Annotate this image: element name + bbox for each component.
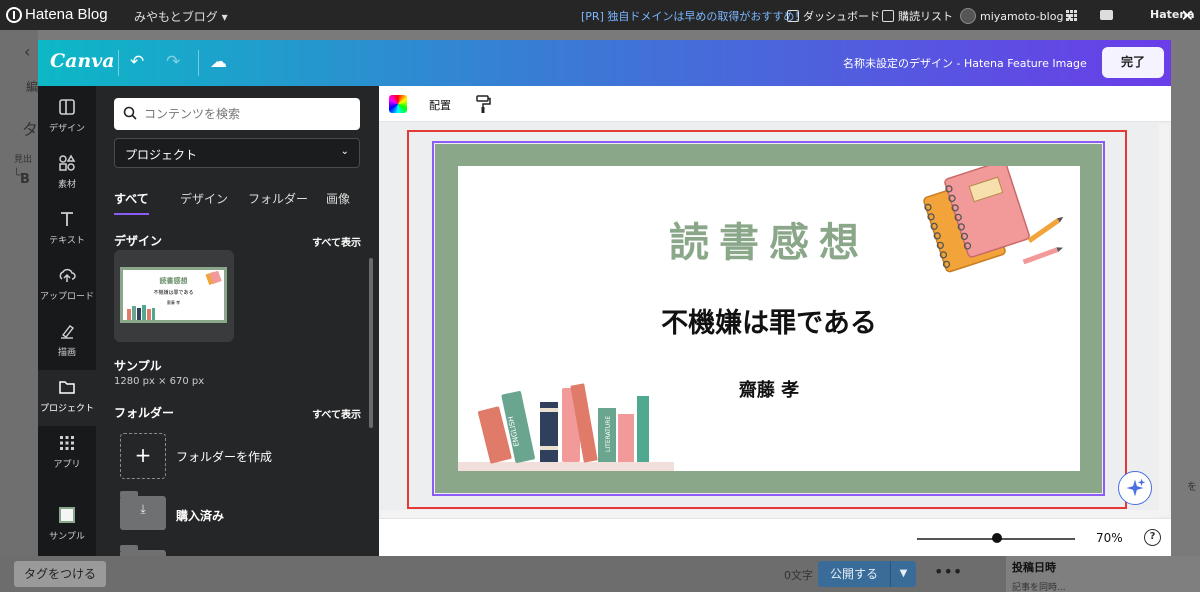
project-filter-select[interactable]: プロジェクト ⌄ <box>114 138 360 168</box>
redo-icon[interactable]: ↷ <box>166 52 180 72</box>
rail-item-draw[interactable]: 描画 <box>38 314 96 370</box>
canva-modal: Canva ↶ ↷ ☁ 名称未設定のデザイン - Hatena Feature … <box>38 40 1171 556</box>
publish-button[interactable]: 公開する ▼ <box>818 561 916 587</box>
tab-all[interactable]: すべて <box>114 190 149 215</box>
bold-button[interactable]: B <box>20 172 30 187</box>
blog-menu[interactable]: みやもとブログ ▾ <box>134 8 228 25</box>
folders-section-title: フォルダー <box>114 406 175 420</box>
rail-item-design[interactable]: デザイン <box>38 90 96 146</box>
design-book-title-text[interactable]: 不機嫌は罪である <box>458 301 1080 340</box>
editor-left-strip: ‹ 編 タ 見出し B <box>0 30 38 592</box>
design-card[interactable]: 読書感想 不機嫌は罪である 齋藤 孝 ENGLISH LITERATURE <box>458 166 1080 471</box>
text-icon <box>61 212 73 226</box>
canvas-vertical-scrollbar[interactable] <box>1159 124 1169 516</box>
tab-folders[interactable]: フォルダー <box>248 190 308 213</box>
folder-icon[interactable] <box>120 545 166 556</box>
grid-icon <box>1066 10 1077 21</box>
document-title[interactable]: 名称未設定のデザイン - Hatena Feature Image <box>843 55 1087 71</box>
rail-item-upload[interactable]: アップロード <box>38 258 96 314</box>
rail-item-apps[interactable]: アプリ <box>38 426 96 482</box>
zoom-percentage[interactable]: 70% <box>1096 531 1123 545</box>
add-tag-button[interactable]: タグをつける <box>14 561 106 587</box>
purchased-folder-label[interactable]: 購入済み <box>176 507 224 524</box>
avatar <box>960 8 976 24</box>
back-chevron-icon[interactable]: ‹ <box>24 42 30 61</box>
help-icon[interactable]: ? <box>1144 529 1161 546</box>
notebook-icon <box>205 271 222 285</box>
canvas-horizontal-scrollbar[interactable] <box>381 510 1159 518</box>
apps-menu[interactable] <box>1066 10 1077 21</box>
canva-side-rail: デザイン 素材 テキスト アップロード 描画 プロジェクト アプリ サンプル <box>38 86 96 556</box>
more-options-icon[interactable]: ••• <box>934 562 962 581</box>
thumbnail-icon <box>59 507 75 523</box>
rail-item-sample[interactable]: サンプル <box>38 498 96 554</box>
chevron-down-icon[interactable]: ▼ <box>890 561 916 587</box>
canva-header: Canva ↶ ↷ ☁ 名称未設定のデザイン - Hatena Feature … <box>38 40 1171 86</box>
layout-icon <box>59 99 75 115</box>
download-icon: ⤓ <box>140 502 146 516</box>
notebooks-illustration[interactable] <box>914 166 1064 276</box>
projects-panel: プロジェクト ⌄ すべて デザイン フォルダー 画像 デザイン すべて表示 読書… <box>96 86 379 556</box>
dashboard-icon <box>787 10 799 22</box>
apps-icon <box>60 436 74 450</box>
notifications-menu[interactable] <box>1100 10 1113 20</box>
rail-item-text[interactable]: テキスト <box>38 202 96 258</box>
reading-list-link[interactable]: 購読リスト <box>882 8 953 24</box>
design-size: 1280 px × 670 px <box>114 376 205 387</box>
canva-toolbar: 配置 <box>379 86 1171 122</box>
plus-icon[interactable]: + <box>120 433 166 479</box>
dashboard-link[interactable]: ダッシュボード <box>787 8 880 24</box>
hatena-top-bar: Hatena Blog みやもとブログ ▾ [PR] 独自ドメインは早めの取得が… <box>0 0 1200 30</box>
project-tabs: すべて デザイン フォルダー 画像 <box>114 190 364 216</box>
color-picker-icon[interactable] <box>389 95 407 113</box>
books-illustration[interactable]: ENGLISH LITERATURE <box>458 366 678 471</box>
designs-section-title: デザイン <box>114 234 163 248</box>
undo-icon[interactable]: ↶ <box>130 52 144 72</box>
draw-icon <box>61 325 75 339</box>
folder-icon <box>59 381 75 394</box>
zoom-slider-handle[interactable] <box>992 533 1002 543</box>
shapes-icon <box>59 154 76 171</box>
close-icon[interactable]: ✕ <box>1181 6 1194 25</box>
paint-roller-icon[interactable] <box>475 94 491 114</box>
folders-show-all-link[interactable]: すべて表示 <box>312 406 361 421</box>
rail-item-elements[interactable]: 素材 <box>38 146 96 202</box>
speech-bubble-icon <box>1100 10 1113 20</box>
rail-item-projects[interactable]: プロジェクト <box>38 370 96 426</box>
search-input[interactable] <box>144 104 344 124</box>
promo-link[interactable]: [PR] 独自ドメインは早めの取得がおすすめ！ <box>581 8 805 24</box>
magic-sparkle-icon[interactable] <box>1118 471 1152 505</box>
chevron-down-icon: ⌄ <box>340 146 349 157</box>
create-folder-button[interactable]: フォルダーを作成 <box>176 448 272 465</box>
tab-images[interactable]: 画像 <box>326 190 350 213</box>
canva-logo: Canva <box>50 50 115 72</box>
panel-scrollbar[interactable] <box>369 258 373 428</box>
books-icon <box>127 305 155 320</box>
editor-right-strip: を <box>1171 30 1200 592</box>
hatena-logo-icon <box>6 6 22 23</box>
design-thumbnail[interactable]: 読書感想 不機嫌は罪である 齋藤 孝 <box>114 250 234 342</box>
book-spine-literature: LITERATURE <box>605 416 612 452</box>
hatena-blog-logo[interactable]: Hatena Blog <box>6 6 108 23</box>
search-icon <box>123 106 137 120</box>
cloud-upload-icon <box>59 268 76 282</box>
user-menu[interactable]: miyamoto-blog ▾ <box>960 8 1072 24</box>
zoom-bar: 70% ? <box>379 518 1171 556</box>
publish-settings-panel: 投稿日時 記事を同時... <box>1006 556 1200 592</box>
content-search[interactable] <box>114 98 360 130</box>
cloud-save-icon[interactable]: ☁ <box>210 52 227 72</box>
done-button[interactable]: 完了 <box>1102 47 1164 78</box>
reading-list-icon <box>882 10 894 22</box>
hatena-logo-text: Hatena Blog <box>25 6 108 23</box>
arrange-button[interactable]: 配置 <box>429 97 451 113</box>
purchased-folder-icon[interactable]: ⤓ <box>120 491 166 530</box>
design-page[interactable]: 読書感想 不機嫌は罪である 齋藤 孝 ENGLISH LITERATURE <box>435 144 1102 493</box>
designs-show-all-link[interactable]: すべて表示 <box>312 234 361 249</box>
word-count: 0文字 <box>784 569 813 582</box>
tab-designs[interactable]: デザイン <box>180 190 228 213</box>
design-name[interactable]: サンプル <box>114 357 162 374</box>
